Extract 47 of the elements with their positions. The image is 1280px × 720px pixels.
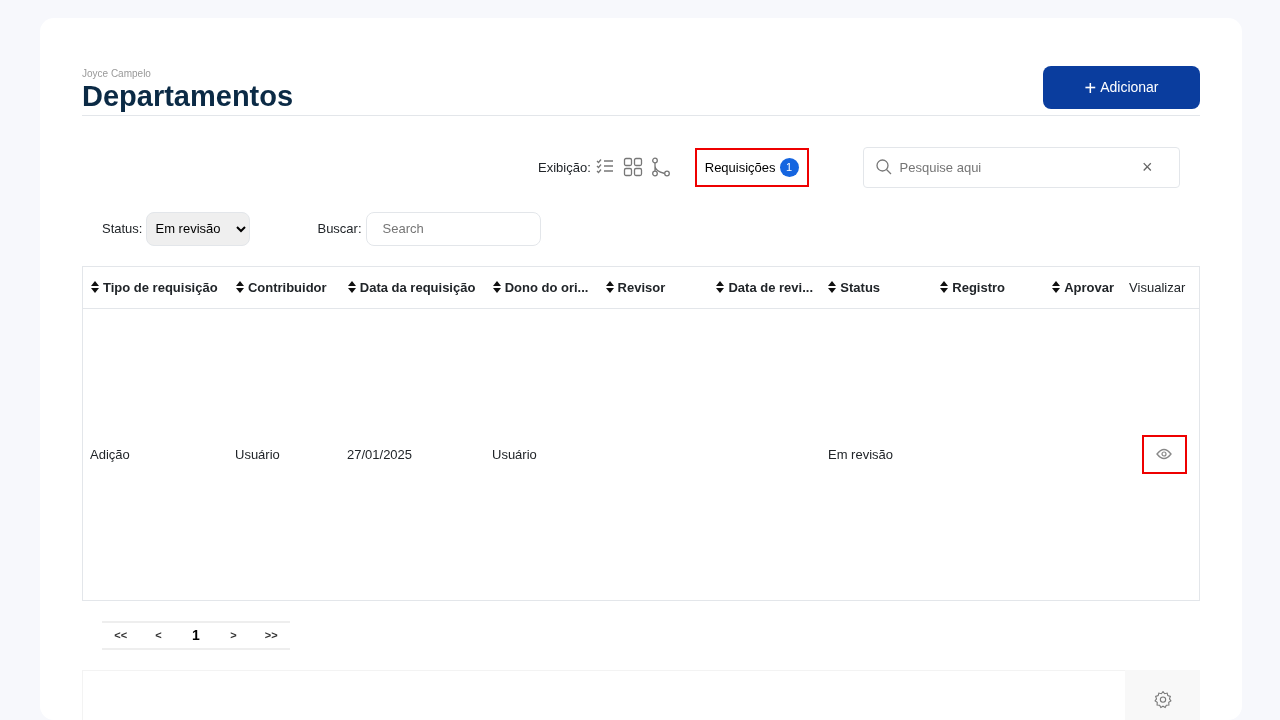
sort-icon[interactable] bbox=[1052, 281, 1061, 294]
column-header[interactable]: Data da requisição bbox=[359, 277, 476, 298]
sort-icon[interactable] bbox=[828, 281, 837, 294]
page-button[interactable]: << bbox=[102, 622, 140, 648]
table-cell: 27/01/2025 bbox=[347, 446, 413, 462]
sort-icon[interactable] bbox=[492, 281, 501, 294]
table-cell: Usuário bbox=[235, 446, 280, 462]
table-cell: Em revisão bbox=[828, 446, 894, 462]
sort-icon[interactable] bbox=[716, 281, 725, 294]
count-badge: 1 bbox=[779, 157, 799, 177]
sort-icon[interactable] bbox=[235, 281, 244, 294]
grid-icon[interactable] bbox=[622, 157, 643, 178]
branch-icon[interactable] bbox=[650, 157, 671, 178]
column-header[interactable]: Data de revi... bbox=[728, 277, 813, 298]
search-input[interactable]: Search bbox=[365, 211, 541, 246]
column-header[interactable]: Status bbox=[840, 277, 881, 298]
add-button[interactable]: + Adicionar bbox=[1043, 66, 1200, 109]
search-icon bbox=[875, 159, 892, 176]
table-cell: Usuário bbox=[492, 446, 537, 462]
column-header[interactable]: Contribuidor bbox=[247, 277, 327, 298]
column-header[interactable]: Aprovar bbox=[1064, 277, 1115, 298]
clear-button[interactable]: × bbox=[1142, 153, 1153, 181]
sort-icon[interactable] bbox=[940, 281, 949, 294]
table-cell: Adição bbox=[90, 446, 130, 462]
requests-tab[interactable]: Requisições 1 bbox=[694, 147, 809, 187]
status-select[interactable]: Em revisão bbox=[146, 211, 251, 246]
status-label: Status: bbox=[102, 220, 143, 239]
user-name: Joyce Campelo bbox=[82, 67, 152, 81]
column-header[interactable]: Dono do ori... bbox=[504, 277, 589, 298]
sort-icon[interactable] bbox=[91, 281, 99, 294]
column-header[interactable]: Revisor bbox=[617, 277, 666, 298]
column-header[interactable]: Registro bbox=[952, 277, 1005, 298]
column-header[interactable]: Tipo de requisição bbox=[103, 277, 218, 298]
sort-icon[interactable] bbox=[605, 281, 614, 294]
search-label: Buscar: bbox=[317, 220, 362, 239]
view-button[interactable] bbox=[1141, 434, 1187, 474]
settings-icon[interactable] bbox=[1152, 689, 1173, 710]
page-button[interactable]: 1 bbox=[177, 622, 215, 648]
search-field[interactable]: Pesquise aqui × bbox=[862, 146, 1180, 188]
eye-icon bbox=[1156, 448, 1172, 461]
view-label: Exibição: bbox=[538, 158, 591, 177]
page-button[interactable]: > bbox=[214, 622, 253, 648]
sort-icon[interactable] bbox=[347, 281, 356, 294]
page-title: Departamentos bbox=[82, 81, 294, 113]
page-button[interactable]: >> bbox=[252, 622, 290, 648]
page-button[interactable]: < bbox=[139, 622, 178, 648]
column-header: Visualizar bbox=[1129, 278, 1186, 297]
